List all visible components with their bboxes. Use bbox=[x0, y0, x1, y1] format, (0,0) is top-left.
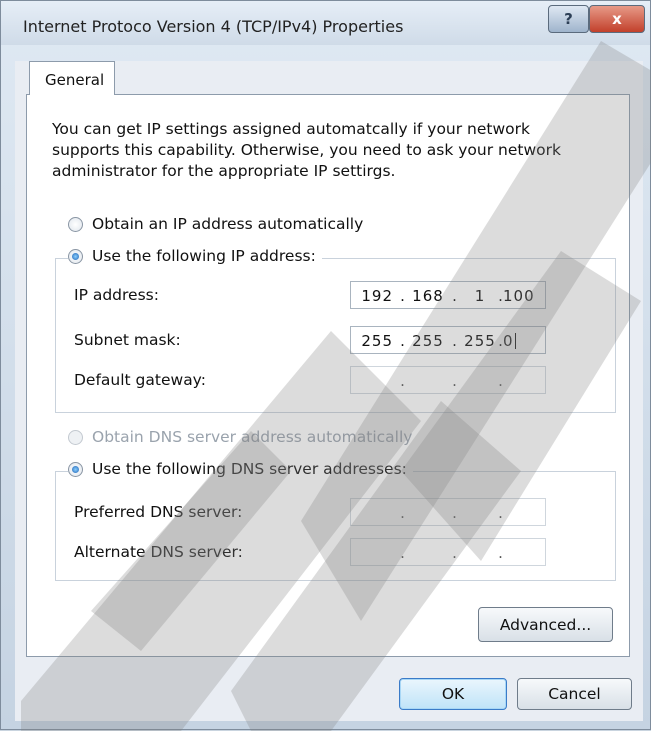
text-caret bbox=[514, 333, 516, 349]
title-bar[interactable]: Internet Protoco Version 4 (TCP/IPv4) Pr… bbox=[1, 1, 650, 45]
radio-obtain-dns-auto-indicator[interactable] bbox=[68, 429, 83, 445]
ok-button-label: OK bbox=[441, 685, 465, 703]
radio-use-following-dns-indicator[interactable] bbox=[68, 461, 83, 477]
advanced-button[interactable]: Advanced... bbox=[478, 607, 613, 642]
subnet-octet-4-with-caret: 0 bbox=[503, 332, 541, 350]
subnet-octet-1: 255 bbox=[361, 332, 393, 350]
radio-obtain-dns-auto[interactable]: Obtain DNS server address automatically bbox=[68, 428, 419, 446]
cancel-button-label: Cancel bbox=[548, 685, 601, 703]
help-icon: ? bbox=[564, 10, 573, 28]
close-icon: x bbox=[612, 10, 622, 28]
subnet-dot: . bbox=[452, 332, 458, 350]
help-button[interactable]: ? bbox=[548, 5, 589, 33]
cancel-button[interactable]: Cancel bbox=[517, 678, 632, 710]
ip-dot: . bbox=[452, 287, 458, 305]
alternate-dns-label: Alternate DNS server: bbox=[74, 543, 243, 561]
gateway-dot: . bbox=[452, 372, 458, 390]
tab-general-label: General bbox=[45, 71, 105, 89]
window-title: Internet Protoco Version 4 (TCP/IPv4) Pr… bbox=[23, 17, 404, 36]
radio-use-following-ip-indicator[interactable] bbox=[68, 248, 83, 264]
ip-octet-4: 100 bbox=[503, 287, 535, 305]
radio-obtain-ip-auto-label: Obtain an IP address automatically bbox=[92, 215, 364, 233]
subnet-mask-field[interactable]: 255 . 255 . 255 . 0 bbox=[350, 326, 546, 354]
alternate-dns-field[interactable]: . . . bbox=[350, 538, 546, 566]
ip-octet-3: 1 bbox=[474, 287, 486, 305]
preferred-dns-dot: . bbox=[498, 504, 504, 522]
alternate-dns-dot: . bbox=[452, 544, 458, 562]
intro-text: You can get IP settings assigned automat… bbox=[52, 120, 561, 180]
radio-obtain-ip-auto[interactable]: Obtain an IP address automatically bbox=[68, 215, 370, 233]
subnet-octet-4: 0 bbox=[503, 332, 514, 350]
radio-obtain-dns-auto-label: Obtain DNS server address automatically bbox=[92, 428, 413, 446]
subnet-octet-2: 255 bbox=[412, 332, 444, 350]
subnet-dot: . bbox=[400, 332, 406, 350]
preferred-dns-dot: . bbox=[400, 504, 406, 522]
tab-general[interactable]: General bbox=[29, 61, 115, 95]
preferred-dns-label: Preferred DNS server: bbox=[74, 503, 243, 521]
preferred-dns-dot: . bbox=[452, 504, 458, 522]
advanced-button-label: Advanced... bbox=[499, 615, 592, 634]
alternate-dns-dot: . bbox=[400, 544, 406, 562]
subnet-mask-label: Subnet mask: bbox=[74, 331, 181, 349]
radio-use-following-dns-label: Use the following DNS server addresses: bbox=[92, 460, 407, 478]
radio-obtain-ip-auto-indicator[interactable] bbox=[68, 216, 83, 232]
ip-octet-2: 168 bbox=[412, 287, 444, 305]
subnet-octet-3: 255 bbox=[464, 332, 496, 350]
ip-address-field[interactable]: 192 . 168 . 1 . 100 bbox=[350, 281, 546, 309]
gateway-dot: . bbox=[400, 372, 406, 390]
radio-use-following-ip[interactable]: Use the following IP address: bbox=[68, 247, 322, 265]
default-gateway-label: Default gateway: bbox=[74, 371, 206, 389]
preferred-dns-field[interactable]: . . . bbox=[350, 498, 546, 526]
ip-dot: . bbox=[400, 287, 406, 305]
alternate-dns-dot: . bbox=[498, 544, 504, 562]
default-gateway-field[interactable]: . . . bbox=[350, 366, 546, 394]
radio-use-following-ip-label: Use the following IP address: bbox=[92, 247, 316, 265]
ip-address-label: IP address: bbox=[74, 286, 159, 304]
ok-button[interactable]: OK bbox=[399, 678, 507, 710]
ip-octet-1: 192 bbox=[361, 287, 393, 305]
radio-use-following-dns[interactable]: Use the following DNS server addresses: bbox=[68, 460, 413, 478]
close-button[interactable]: x bbox=[589, 5, 645, 33]
dialog-window: Internet Protoco Version 4 (TCP/IPv4) Pr… bbox=[0, 0, 651, 731]
gateway-dot: . bbox=[498, 372, 504, 390]
